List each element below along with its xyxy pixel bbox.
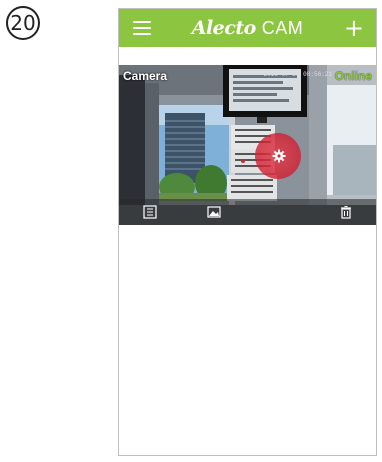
header-spacer [119,47,376,65]
plus-icon[interactable]: + [344,16,364,40]
delete-icon[interactable] [339,205,353,219]
camera-card[interactable]: Camera 2013-07-25 08:56:21 Online [119,65,376,225]
brand-logo: Alecto [191,17,257,39]
camera-toolbar [119,199,376,225]
settings-icon[interactable] [272,149,286,163]
step-number-badge: 20 [6,6,40,40]
camera-timestamp: 2013-07-25 08:56:21 [263,71,332,78]
phone-screen: Alecto CAM + Camera 2013-07-25 08:56:21 … [118,8,377,456]
app-brand: Alecto CAM [119,9,376,47]
snapshot-gallery-icon[interactable] [207,205,221,219]
app-header: Alecto CAM + [119,9,376,47]
app-title: CAM [261,17,304,38]
camera-name: Camera [123,69,168,83]
camera-status-badge: Online [334,69,372,83]
playback-list-icon[interactable] [143,205,157,219]
